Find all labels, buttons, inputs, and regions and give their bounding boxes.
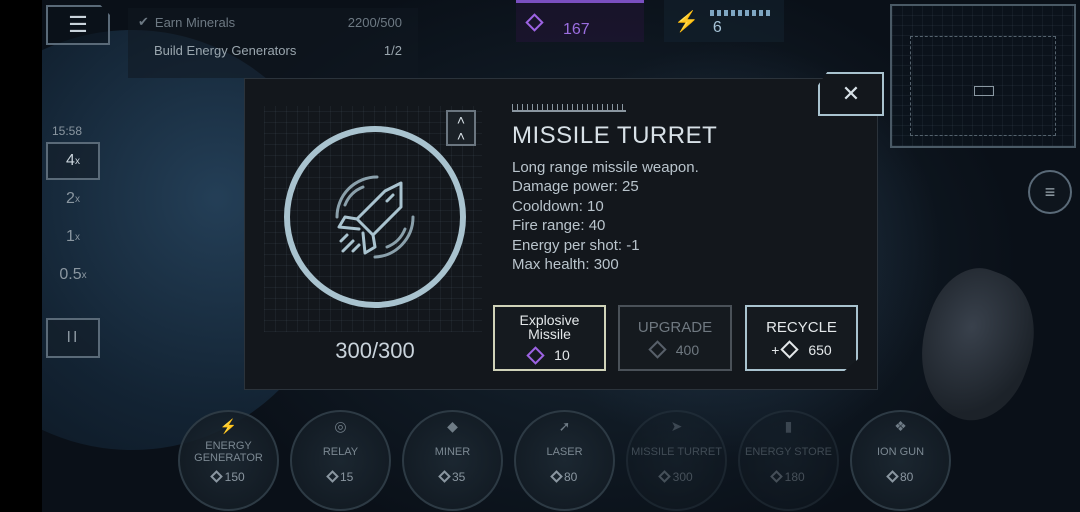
desc-line: Cooldown: 10 xyxy=(512,197,604,215)
speed-value: 2 xyxy=(66,190,75,207)
minerals-value: 167 xyxy=(563,20,590,38)
desc-line: Long range missile weapon. xyxy=(512,159,699,176)
build-item-cost: 35 xyxy=(437,470,465,484)
build-relay[interactable]: ◎ RELAY 15 xyxy=(290,410,391,511)
hamburger-icon: ☰ xyxy=(68,12,88,37)
build-bar: ⚡ ENERGY GENERATOR 150 ◎ RELAY 15 ◆ MINE… xyxy=(178,410,958,511)
pause-icon: II xyxy=(66,329,80,346)
crystal-icon xyxy=(525,13,544,32)
speed-value: 1 xyxy=(66,228,75,245)
game-clock: 15:58 xyxy=(52,124,83,138)
speed-button-1x[interactable]: 1x xyxy=(46,218,100,256)
crystal-icon xyxy=(780,340,800,359)
upgrade-level-button[interactable]: ˄ ˄ xyxy=(446,110,476,146)
unit-portrait xyxy=(284,126,466,308)
objective-progress: 2200/500 xyxy=(347,14,402,30)
minerals-counter: 167 xyxy=(516,0,644,42)
objectives-panel: ✔ Earn Minerals 2200/500 Build Energy Gen… xyxy=(128,8,418,78)
explosive-missile-button[interactable]: Explosive Missile 10 xyxy=(493,305,606,371)
speed-button-4x[interactable]: 4x xyxy=(46,142,100,180)
rocket-icon xyxy=(335,175,415,259)
objective-progress: 1/2 xyxy=(383,42,402,58)
crystal-icon xyxy=(648,340,667,359)
objective-label: Earn Minerals xyxy=(154,14,236,30)
ion-gun-icon: ❖ xyxy=(894,418,907,434)
build-item-name: MISSILE TURRET xyxy=(631,446,722,458)
upgrade-button[interactable]: UPGRADE 400 xyxy=(618,305,732,371)
energy-bars xyxy=(710,10,770,16)
desc-line: Max health: 300 xyxy=(512,256,619,274)
minimap[interactable] xyxy=(890,4,1076,148)
relay-icon: ◎ xyxy=(334,418,347,434)
close-button[interactable]: ✕ xyxy=(818,72,884,116)
action-cost: + 650 xyxy=(771,340,832,359)
title-decoration xyxy=(512,104,626,112)
crystal-icon xyxy=(526,345,545,365)
speed-suffix: x xyxy=(81,269,87,281)
action-cost: 10 xyxy=(526,345,570,365)
build-item-name: ION GUN xyxy=(876,446,925,458)
objective-label: Build Energy Generators xyxy=(154,42,297,58)
double-chevron-up-icon: ˄ ˄ xyxy=(456,112,466,144)
action-label: UPGRADE xyxy=(637,318,713,336)
build-laser[interactable]: ➚ LASER 80 xyxy=(514,410,615,511)
lightning-icon: ⚡ xyxy=(674,10,699,33)
build-energy-store[interactable]: ▮ ENERGY STORE 180 xyxy=(738,410,839,511)
recycle-button[interactable]: RECYCLE + 650 xyxy=(745,305,858,371)
build-item-cost: 180 xyxy=(770,470,805,484)
objective-row: Build Energy Generators 1/2 xyxy=(128,36,418,64)
build-item-cost: 80 xyxy=(549,470,577,484)
battery-icon: ▮ xyxy=(784,418,793,434)
minimap-marker xyxy=(974,86,994,96)
build-item-cost: 150 xyxy=(210,470,245,484)
desc-line: Energy per shot: -1 xyxy=(512,236,640,254)
crystal-icon: ◆ xyxy=(447,418,458,434)
build-item-name: RELAY xyxy=(322,446,359,458)
objective-row: ✔ Earn Minerals 2200/500 xyxy=(128,8,418,36)
speed-suffix: x xyxy=(74,231,80,243)
action-cost: 400 xyxy=(648,340,699,359)
build-miner[interactable]: ◆ MINER 35 xyxy=(402,410,503,511)
pause-button[interactable]: II xyxy=(46,318,100,358)
action-label: Explosive Missile xyxy=(519,312,580,342)
action-label: RECYCLE xyxy=(766,318,837,336)
build-ion-gun[interactable]: ❖ ION GUN 80 xyxy=(850,410,951,511)
energy-counter: ⚡ 6 xyxy=(664,0,784,42)
unit-description: Long range missile weapon. Damage power:… xyxy=(512,158,699,274)
build-energy-generator[interactable]: ⚡ ENERGY GENERATOR 150 xyxy=(178,410,279,511)
desc-line: Fire range: 40 xyxy=(512,217,606,235)
unit-health: 300/300 xyxy=(335,338,415,363)
lightning-icon: ⚡ xyxy=(219,418,238,434)
speed-button-2x[interactable]: 2x xyxy=(46,180,100,218)
layers-icon: ≡ xyxy=(1044,181,1056,202)
speed-suffix: x xyxy=(74,155,80,167)
energy-value: 6 xyxy=(712,19,722,36)
build-item-cost: 80 xyxy=(885,470,913,484)
desc-line: Damage power: 25 xyxy=(512,178,639,196)
build-item-name: LASER xyxy=(546,446,583,458)
speed-suffix: x xyxy=(74,193,80,205)
menu-button[interactable]: ☰ xyxy=(46,5,110,45)
build-item-cost: 15 xyxy=(325,470,353,484)
check-icon: ✔ xyxy=(138,14,149,29)
unit-title: MISSILE TURRET xyxy=(512,122,718,149)
build-item-name: ENERGY GENERATOR xyxy=(194,440,263,464)
speed-button-0.5x[interactable]: 0.5 x xyxy=(46,256,100,294)
speed-value: 4 xyxy=(66,152,75,169)
speed-panel: 4x 2x 1x 0.5 x xyxy=(46,142,100,302)
build-item-cost: 300 xyxy=(658,470,693,484)
build-item-name: ENERGY STORE xyxy=(744,446,832,458)
rocket-icon: ➤ xyxy=(670,418,683,434)
laser-icon: ➚ xyxy=(558,418,571,434)
layers-button[interactable]: ≡ xyxy=(1028,170,1072,214)
close-icon: ✕ xyxy=(841,81,861,106)
speed-value: 0.5 xyxy=(59,266,82,283)
build-item-name: MINER xyxy=(434,446,471,458)
build-missile-turret[interactable]: ➤ MISSILE TURRET 300 xyxy=(626,410,727,511)
